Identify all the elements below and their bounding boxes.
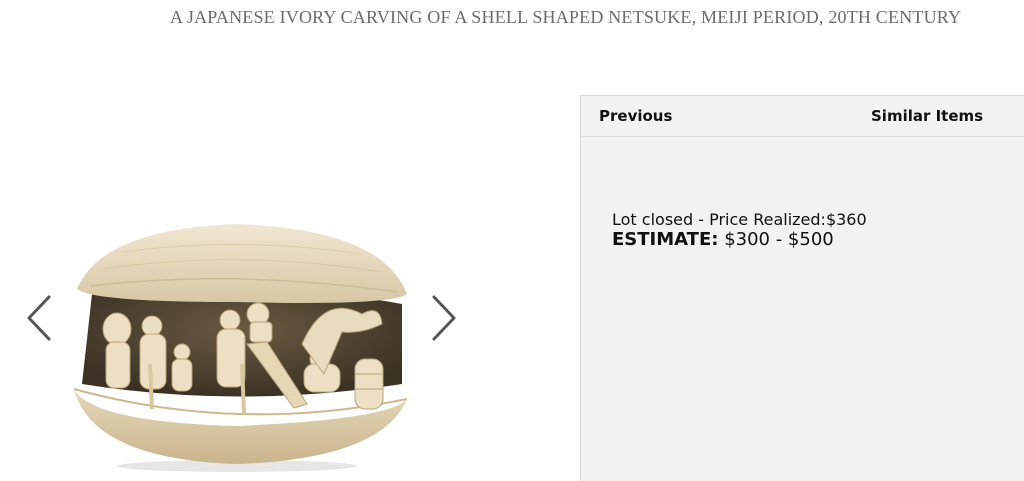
lot-title: A JAPANESE IVORY CARVING OF A SHELL SHAP… (170, 7, 962, 27)
chevron-right-icon (432, 295, 456, 341)
chevron-left-icon (27, 295, 51, 341)
similar-items-link[interactable]: Similar Items (871, 107, 983, 125)
previous-image-button[interactable] (25, 294, 55, 342)
estimate-value: $300 - $500 (724, 229, 834, 250)
price-realized-text: Lot closed - Price Realized:$360 (612, 210, 867, 229)
previous-link[interactable]: Previous (599, 107, 672, 125)
image-gallery (0, 200, 480, 481)
estimate-label: ESTIMATE: (612, 229, 719, 250)
panel-header: Previous Similar Items (581, 96, 1024, 137)
estimate-row: ESTIMATE: $300 - $500 (612, 229, 834, 250)
next-image-button[interactable] (428, 294, 458, 342)
lot-info-panel: Previous Similar Items Lot closed - Pric… (580, 95, 1024, 481)
lot-photo[interactable] (62, 214, 422, 476)
